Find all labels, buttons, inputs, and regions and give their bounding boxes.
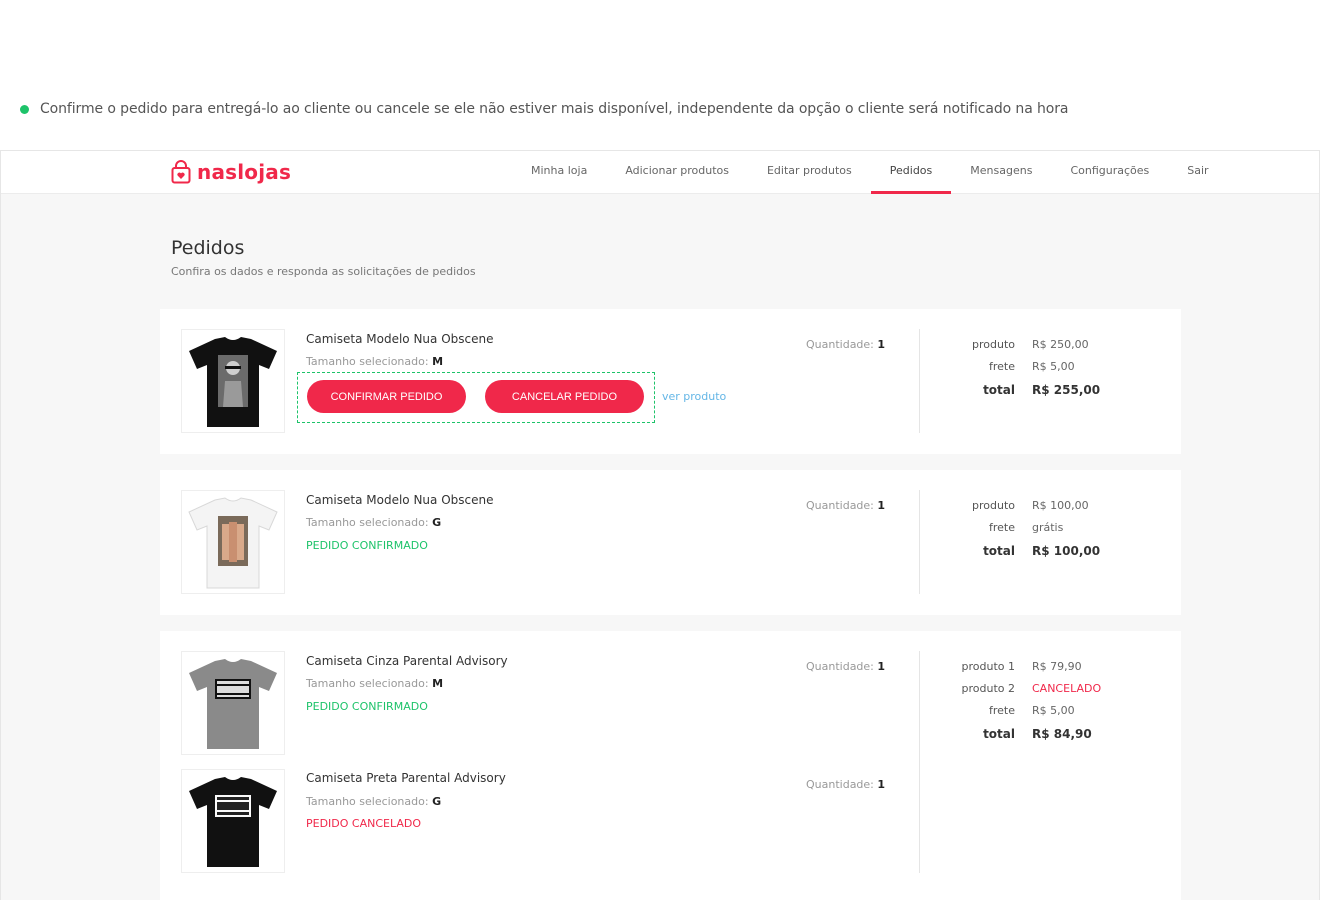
- total-value: R$ 100,00: [1032, 544, 1101, 558]
- price-label: produto 1: [961, 660, 1016, 673]
- price-label: produto 2: [961, 682, 1016, 695]
- product-size: Tamanho selecionado: M: [306, 355, 444, 368]
- total-label: total: [983, 383, 1015, 397]
- product-size: Tamanho selecionado: M: [306, 677, 444, 690]
- shipping-value: R$ 5,00: [1032, 360, 1075, 373]
- quantity: Quantidade: 1: [806, 660, 886, 673]
- price-value: R$ 100,00: [1032, 499, 1089, 512]
- order-card: Camiseta Modelo Nua Obscene Tamanho sele…: [160, 309, 1181, 454]
- view-product-link[interactable]: ver produto: [662, 390, 726, 403]
- price-value: R$ 79,90: [1032, 660, 1082, 673]
- order-card: Camiseta Cinza Parental Advisory Tamanho…: [160, 631, 1181, 900]
- price-value: R$ 250,00: [1032, 338, 1089, 351]
- quantity: Quantidade: 1: [806, 778, 886, 791]
- product-name[interactable]: Camiseta Modelo Nua Obscene: [306, 493, 493, 507]
- shipping-label: frete: [988, 521, 1015, 534]
- product-thumbnail[interactable]: [181, 651, 285, 755]
- nav-item-configuracoes[interactable]: Configurações: [1051, 151, 1168, 194]
- app-frame: naslojas Minha loja Adicionar produtos Edi…: [0, 150, 1320, 900]
- order-status-badge: PEDIDO CONFIRMADO: [306, 700, 428, 713]
- order-status-badge: PEDIDO CANCELADO: [306, 817, 422, 830]
- tshirt-black-image: [189, 777, 277, 867]
- product-name[interactable]: Camiseta Cinza Parental Advisory: [306, 654, 508, 668]
- brand-name: naslojas: [197, 160, 292, 184]
- instruction-text: Confirme o pedido para entregá-lo ao cli…: [40, 101, 1069, 117]
- quantity: Quantidade: 1: [806, 499, 886, 512]
- product-name[interactable]: Camiseta Modelo Nua Obscene: [306, 332, 493, 346]
- top-navbar: naslojas Minha loja Adicionar produtos Edi…: [1, 151, 1319, 194]
- nav-item-pedidos[interactable]: Pedidos: [870, 151, 952, 194]
- divider: [919, 490, 920, 594]
- page-subtitle: Confira os dados e responda as solicitaç…: [171, 265, 476, 278]
- tshirt-gray-image: [189, 659, 277, 749]
- divider: [919, 651, 920, 873]
- total-value: R$ 84,90: [1032, 727, 1092, 741]
- product-thumbnail[interactable]: [181, 769, 285, 873]
- shipping-value: grátis: [1032, 521, 1064, 534]
- shipping-label: frete: [988, 704, 1015, 717]
- product-thumbnail[interactable]: [181, 490, 285, 594]
- order-card: Camiseta Modelo Nua Obscene Tamanho sele…: [160, 470, 1181, 615]
- nav-item-sair[interactable]: Sair: [1168, 151, 1227, 194]
- total-label: total: [983, 727, 1015, 741]
- total-value: R$ 255,00: [1032, 383, 1101, 397]
- divider: [919, 329, 920, 433]
- order-status-badge: PEDIDO CONFIRMADO: [306, 539, 428, 552]
- confirm-order-button[interactable]: CONFIRMAR PEDIDO: [307, 380, 466, 413]
- shopping-bag-icon: [171, 160, 191, 184]
- shipping-value: R$ 5,00: [1032, 704, 1075, 717]
- cancel-order-button[interactable]: CANCELAR PEDIDO: [485, 380, 644, 413]
- nav-item-minha-loja[interactable]: Minha loja: [512, 151, 606, 194]
- total-label: total: [983, 544, 1015, 558]
- bullet-dot-icon: [20, 104, 29, 114]
- page-title: Pedidos: [171, 237, 245, 259]
- quantity: Quantidade: 1: [806, 338, 886, 351]
- price-label: produto: [972, 499, 1015, 512]
- logo[interactable]: naslojas: [171, 160, 291, 184]
- nav-item-editar-produtos[interactable]: Editar produtos: [748, 151, 871, 194]
- instruction-note: Confirme o pedido para entregá-lo ao cli…: [20, 101, 1069, 117]
- shipping-label: frete: [988, 360, 1015, 373]
- product-size: Tamanho selecionado: G: [306, 795, 442, 808]
- nav-item-mensagens[interactable]: Mensagens: [951, 151, 1051, 194]
- tshirt-white-image: [188, 497, 278, 589]
- product-name[interactable]: Camiseta Preta Parental Advisory: [306, 771, 506, 785]
- product-thumbnail[interactable]: [181, 329, 285, 433]
- product-size: Tamanho selecionado: G: [306, 516, 442, 529]
- price-value-cancelled: CANCELADO: [1032, 682, 1102, 695]
- main-nav: Minha loja Adicionar produtos Editar produ…: [512, 151, 1228, 194]
- tshirt-black-image: [189, 337, 277, 427]
- nav-item-adicionar-produtos[interactable]: Adicionar produtos: [606, 151, 748, 194]
- price-label: produto: [972, 338, 1015, 351]
